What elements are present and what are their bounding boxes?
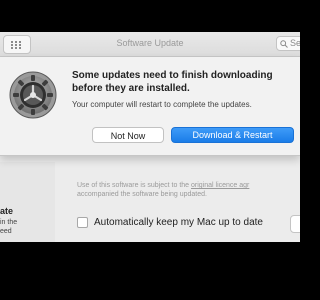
auto-update-row[interactable]: Automatically keep my Mac up to date — [77, 217, 263, 228]
gear-icon — [9, 71, 57, 119]
alert-message: Your computer will restart to complete t… — [72, 100, 252, 109]
advanced-button[interactable] — [290, 215, 300, 233]
search-icon — [280, 39, 288, 48]
search-input[interactable]: Se — [276, 36, 300, 51]
licence-text-start: Use of this software is subject to the — [77, 182, 191, 189]
software-update-window: Software Update Se ate in the eed Use of… — [0, 32, 300, 242]
licence-text-end: accompanied the software being updated. — [77, 191, 207, 198]
alert-heading: Some updates need to finish downloading … — [72, 70, 273, 94]
auto-update-checkbox[interactable] — [77, 217, 88, 228]
search-placeholder: Se — [290, 38, 300, 48]
title-bar: Software Update Se — [0, 32, 300, 57]
sidebar-panel: ate in the eed — [0, 162, 55, 242]
download-restart-button[interactable]: Download & Restart — [171, 127, 294, 143]
auto-update-label: Automatically keep my Mac up to date — [94, 217, 263, 228]
sidebar-title: ate — [0, 206, 14, 216]
licence-notice: Use of this software is subject to the o… — [77, 181, 300, 199]
sidebar-text: in the eed — [0, 219, 18, 235]
update-alert-sheet: Some updates need to finish downloading … — [0, 57, 300, 156]
not-now-button[interactable]: Not Now — [92, 127, 164, 143]
licence-link[interactable]: original licence agr — [191, 182, 249, 189]
window-title: Software Update — [116, 38, 184, 48]
